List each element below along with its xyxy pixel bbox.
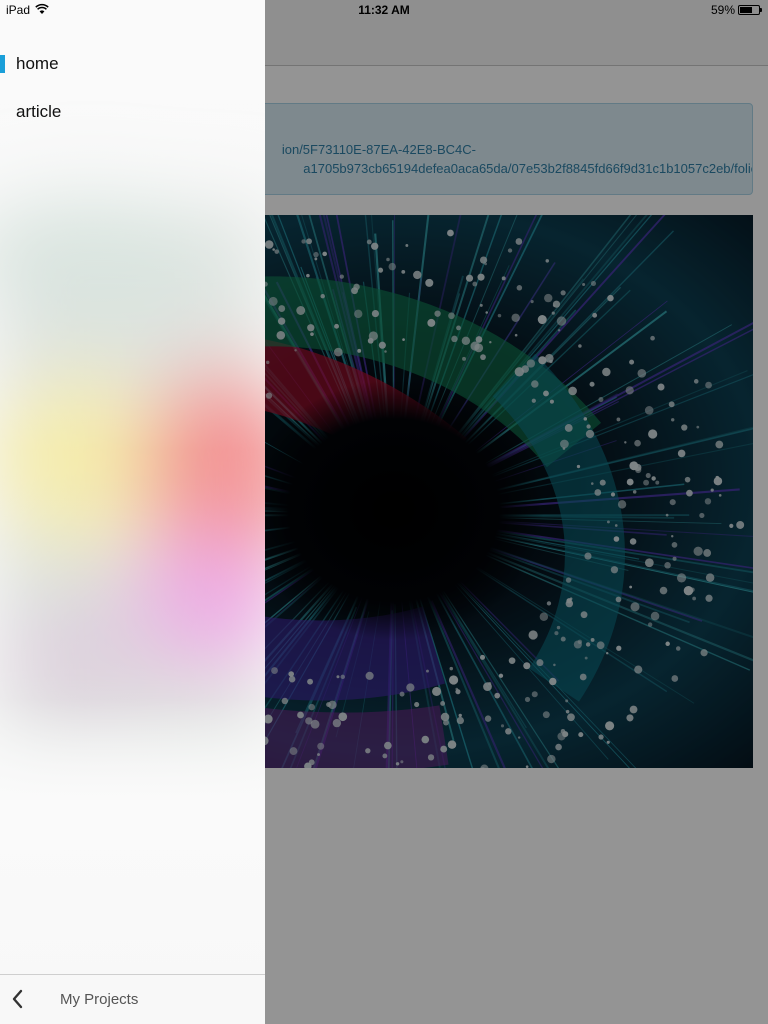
battery-icon <box>738 5 762 15</box>
drawer-frost <box>0 0 265 1024</box>
clock: 11:32 AM <box>358 3 410 17</box>
nav-item-label: home <box>16 54 59 73</box>
nav-item-article[interactable]: article <box>0 88 265 136</box>
drawer-nav: home article <box>0 40 265 136</box>
my-projects-label[interactable]: My Projects <box>60 991 138 1008</box>
nav-item-home[interactable]: home <box>0 40 265 88</box>
battery-percentage: 59% <box>710 3 735 17</box>
nav-item-label: article <box>16 102 62 121</box>
side-drawer: home article My Projects <box>0 0 265 1024</box>
active-indicator <box>0 55 5 73</box>
drawer-footer: My Projects <box>0 974 265 1024</box>
status-bar: iPad 11:32 AM 59% <box>0 0 768 20</box>
battery-level <box>740 7 752 13</box>
chevron-left-icon[interactable] <box>6 987 30 1011</box>
